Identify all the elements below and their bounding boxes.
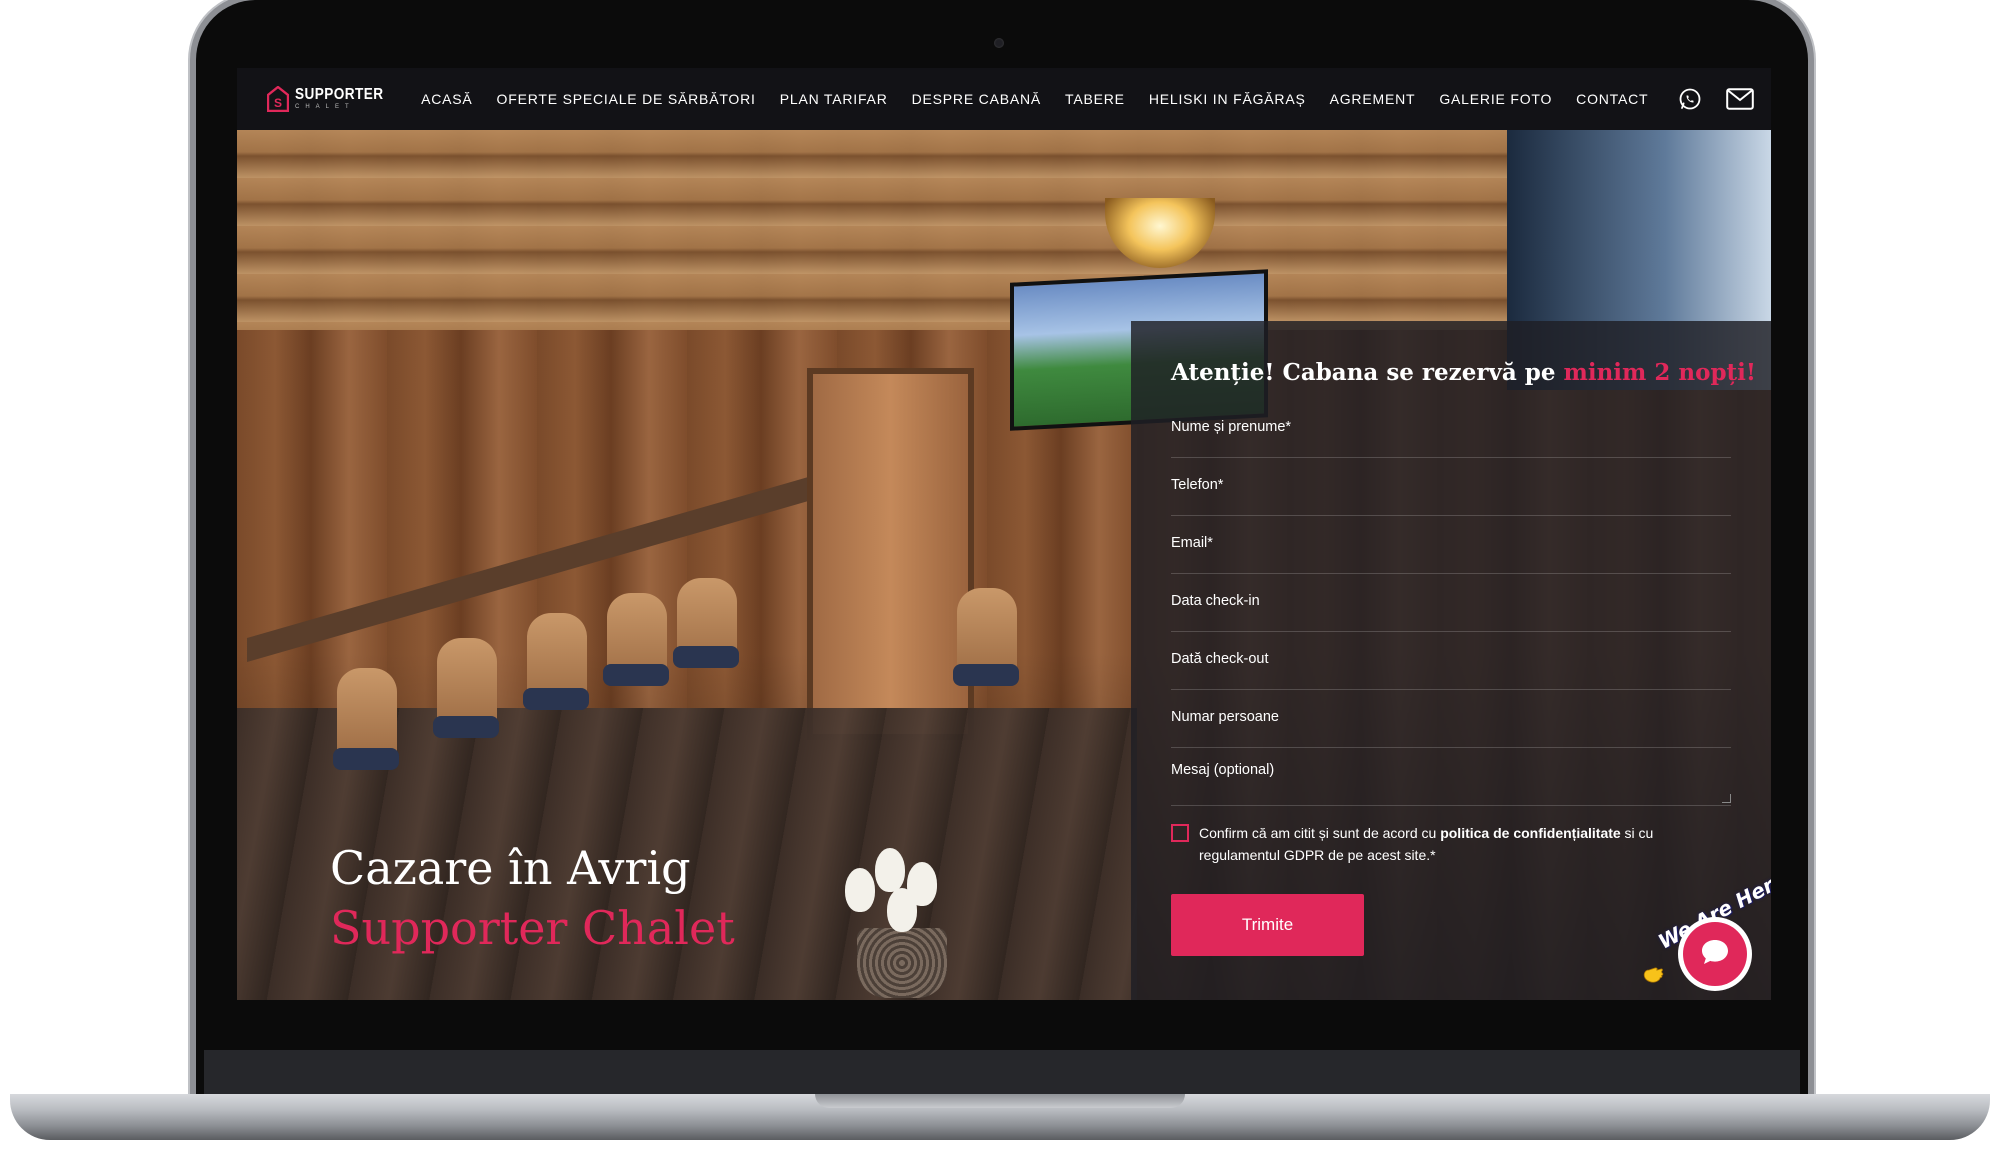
svg-text:S: S [274, 96, 282, 110]
mail-icon[interactable] [1726, 88, 1755, 110]
hero-title-line1: Cazare în Avrig [330, 841, 691, 895]
chat-widget: We Are Here! [1637, 862, 1771, 998]
nav-item-contact[interactable]: CONTACT [1576, 91, 1648, 107]
checkout-date-input[interactable] [1171, 646, 1731, 672]
gdpr-consent: Confirm că am citit și sunt de acord cu … [1171, 822, 1731, 866]
nav-item-heliski[interactable]: HELISKI IN FĂGĂRAȘ [1149, 91, 1306, 107]
phone-field-wrapper [1171, 472, 1731, 516]
form-heading-text: Atenție! Cabana se rezervă pe [1171, 359, 1564, 386]
nav-item-plan-tarifar[interactable]: PLAN TARIFAR [780, 91, 888, 107]
hero-chair-seat [673, 646, 739, 668]
hero-chair-seat [523, 688, 589, 710]
textarea-resize-handle[interactable] [1722, 794, 1731, 803]
top-navbar: S SUPPORTER CHALET ACASĂ OFERTE SPECIALE… [237, 68, 1771, 130]
hero-chair-seat [603, 664, 669, 686]
browser-viewport: S SUPPORTER CHALET ACASĂ OFERTE SPECIALE… [237, 68, 1771, 1000]
hero-title: Cazare în Avrig Supporter Chalet [330, 838, 735, 958]
nav-item-acasa[interactable]: ACASĂ [421, 91, 472, 107]
name-input[interactable] [1171, 414, 1731, 440]
chat-open-button[interactable] [1683, 922, 1747, 986]
brand-sub: CHALET [295, 104, 355, 110]
waving-hand-icon [1641, 964, 1665, 992]
email-field-wrapper [1171, 530, 1731, 574]
submit-button[interactable]: Trimite [1171, 894, 1364, 956]
hero-chair-seat [433, 716, 499, 738]
name-field-wrapper [1171, 414, 1731, 458]
whatsapp-icon[interactable] [1678, 87, 1702, 111]
checkin-date-input[interactable] [1171, 588, 1731, 614]
nav-item-galerie-foto[interactable]: GALERIE FOTO [1439, 91, 1552, 107]
privacy-policy-link[interactable]: politica de confidențialitate [1440, 825, 1620, 841]
hero-door [807, 368, 974, 740]
laptop-notch [815, 1094, 1185, 1108]
brand-name: SUPPORTER [295, 86, 384, 103]
nav-item-agrement[interactable]: AGREMENT [1330, 91, 1416, 107]
webcam [994, 38, 1004, 48]
nav-item-tabere[interactable]: TABERE [1065, 91, 1125, 107]
phone-input[interactable] [1171, 472, 1731, 498]
checkout-field-wrapper [1171, 646, 1731, 690]
hero-title-line2: Supporter Chalet [330, 901, 735, 955]
hero-chair-seat [953, 664, 1019, 686]
nav-item-despre-cabana[interactable]: DESPRE CABANĂ [912, 91, 1041, 107]
nav-icons [1678, 87, 1771, 111]
hero-chair [337, 668, 397, 758]
hero-chair-seat [333, 748, 399, 770]
gdpr-consent-text: Confirm că am citit și sunt de acord cu … [1199, 822, 1731, 866]
house-logo-icon: S [266, 85, 290, 113]
gdpr-checkbox[interactable] [1171, 824, 1189, 842]
checkin-field-wrapper [1171, 588, 1731, 632]
message-field-wrapper [1171, 762, 1731, 806]
chat-bubble-icon [1700, 938, 1730, 971]
nav-item-oferte-speciale[interactable]: OFERTE SPECIALE DE SĂRBĂTORI [497, 91, 756, 107]
email-input[interactable] [1171, 530, 1731, 556]
form-heading: Atenție! Cabana se rezervă pe minim 2 no… [1171, 359, 1756, 386]
form-heading-accent: minim 2 nopți! [1563, 359, 1757, 386]
gdpr-consent-prefix: Confirm că am citit și sunt de acord cu [1199, 825, 1441, 841]
message-textarea[interactable] [1171, 762, 1731, 788]
nav-menu: ACASĂ OFERTE SPECIALE DE SĂRBĂTORI PLAN … [421, 91, 1672, 107]
brand-logo[interactable]: S SUPPORTER CHALET [266, 85, 399, 113]
persons-input[interactable] [1171, 704, 1731, 730]
persons-field-wrapper [1171, 704, 1731, 748]
hero-chair [437, 638, 497, 728]
hero-tulips [835, 848, 955, 998]
